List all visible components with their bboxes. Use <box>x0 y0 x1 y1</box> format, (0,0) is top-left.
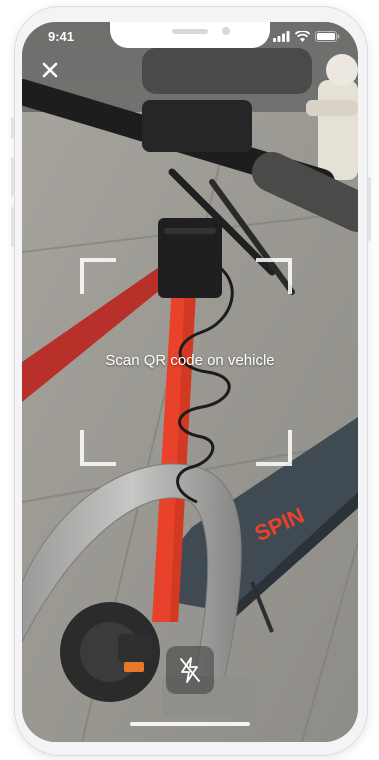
status-time: 9:41 <box>48 29 75 44</box>
status-icons <box>273 31 340 42</box>
home-indicator[interactable] <box>130 722 250 726</box>
notch <box>110 22 270 48</box>
close-icon <box>42 62 58 78</box>
volume-up-button <box>11 157 14 197</box>
power-button <box>368 177 371 241</box>
silent-switch <box>11 117 14 139</box>
front-camera <box>222 27 230 35</box>
scan-instruction: Scan QR code on vehicle <box>105 352 275 369</box>
signal-icon <box>273 31 290 42</box>
wifi-icon <box>295 31 310 42</box>
close-button[interactable] <box>36 56 64 84</box>
scan-frame-corner-bottom-left <box>80 430 116 466</box>
earpiece-speaker <box>172 29 208 34</box>
scan-frame-corner-top-left <box>80 258 116 294</box>
front-wheel <box>60 602 160 702</box>
car-shadow <box>142 48 312 94</box>
flash-off-icon <box>180 657 200 683</box>
flash-toggle-button[interactable] <box>166 646 214 694</box>
battery-icon <box>315 31 340 42</box>
scan-frame-corner-top-right <box>256 258 292 294</box>
volume-down-button <box>11 207 14 247</box>
phone-screen: SPIN 9:41 Scan QR code on vehicle <box>22 22 358 742</box>
scan-frame-corner-bottom-right <box>256 430 292 466</box>
